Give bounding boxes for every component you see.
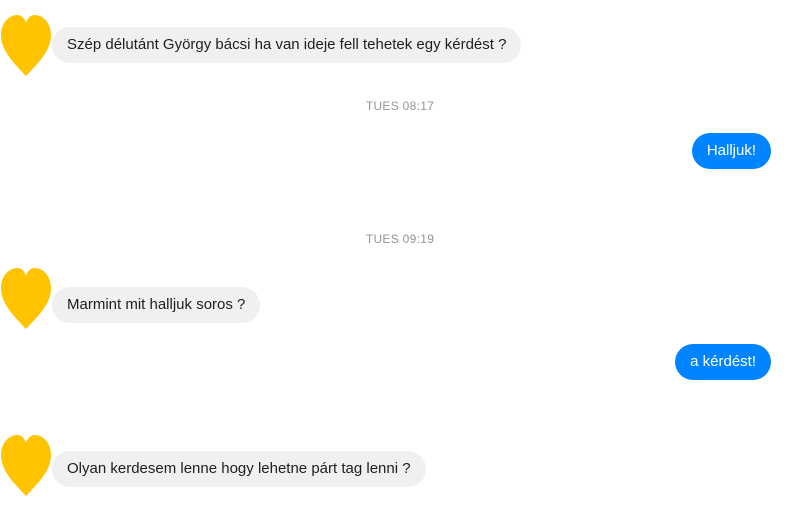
message-incoming[interactable]: Marmint mit halljuk soros ? xyxy=(52,287,261,323)
message-incoming[interactable]: Szép délutánt György bácsi ha van ideje … xyxy=(52,27,522,63)
heart-avatar-icon xyxy=(0,433,52,497)
timestamp: TUES 08:17 xyxy=(365,99,435,113)
message-outgoing[interactable]: Halljuk! xyxy=(691,133,771,169)
heart-avatar-icon xyxy=(0,266,52,330)
timestamp: TUES 09:19 xyxy=(365,232,435,246)
heart-avatar-icon xyxy=(0,13,52,77)
message-outgoing[interactable]: a kérdést! xyxy=(675,344,771,380)
message-incoming[interactable]: Olyan kerdesem lenne hogy lehetne párt t… xyxy=(52,451,426,487)
